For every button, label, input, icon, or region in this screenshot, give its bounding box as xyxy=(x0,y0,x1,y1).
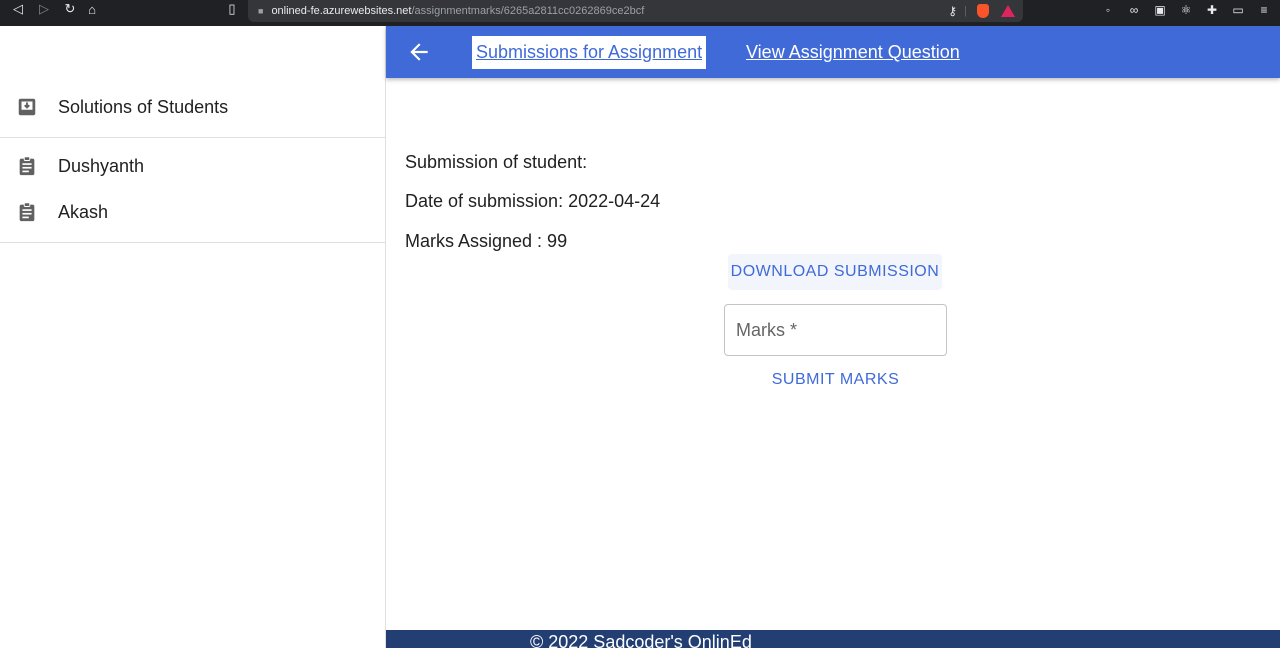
sidebar-item-label: Akash xyxy=(58,201,109,222)
submit-marks-button[interactable]: SUBMIT MARKS xyxy=(724,362,947,398)
bookmark-icon[interactable]: ▯ xyxy=(224,0,240,18)
arrow-back-icon[interactable] xyxy=(406,39,432,65)
download-box-icon xyxy=(18,98,36,116)
extension-icon[interactable]: ∞ xyxy=(1126,3,1142,17)
puzzle-icon[interactable]: ✚ xyxy=(1204,3,1220,17)
app-bar: Submissions for Assignment View Assignme… xyxy=(386,26,1280,78)
sidebar-item-student-akash[interactable]: Akash xyxy=(0,189,385,235)
submission-date: Date of submission: 2022-04-24 xyxy=(405,191,661,211)
extension-icon[interactable]: ▣ xyxy=(1152,3,1168,17)
marks-field xyxy=(724,304,947,356)
extensions-area: ◦ ∞ ▣ ⚛ ✚ ▭ ≡ xyxy=(1100,2,1272,18)
sidebar-item-label: Dushyanth xyxy=(58,155,145,176)
divider xyxy=(0,137,385,138)
clipboard-icon xyxy=(19,156,35,176)
home-icon[interactable]: ⌂ xyxy=(84,2,100,17)
url-path: /assignmentmarks/6265a2811cc0262869ce2bc… xyxy=(411,5,645,17)
sidebar-item-student-dushyanth[interactable]: Dushyanth xyxy=(0,143,385,189)
sidebar-item-solutions[interactable]: Solutions of Students xyxy=(0,84,385,130)
separator: | xyxy=(964,5,967,17)
tab-view-assignment-question[interactable]: View Assignment Question xyxy=(746,36,960,69)
wallet-icon[interactable]: ▭ xyxy=(1230,3,1246,17)
react-devtools-icon[interactable]: ⚛ xyxy=(1178,3,1194,17)
tab-submissions-for-assignment[interactable]: Submissions for Assignment xyxy=(472,36,707,69)
reload-icon[interactable]: ↻ xyxy=(62,1,78,17)
divider xyxy=(0,242,385,243)
sidebar: Solutions of Students Dushyanth Akash xyxy=(0,26,386,648)
footer: © 2022 Sadcoder's OnlinEd xyxy=(386,630,1280,648)
brave-rewards-icon[interactable] xyxy=(1001,5,1015,17)
download-submission-button[interactable]: DOWNLOAD SUBMISSION xyxy=(728,254,942,290)
menu-icon[interactable]: ≡ xyxy=(1256,3,1272,17)
footer-copyright: © 2022 Sadcoder's OnlinEd xyxy=(530,632,752,648)
lock-icon: ■ xyxy=(258,6,264,16)
forward-icon[interactable]: ▷ xyxy=(36,1,52,17)
key-icon[interactable]: ⚷ xyxy=(948,4,957,18)
address-bar[interactable]: ■ onlined-fe.azurewebsites.net/assignmen… xyxy=(248,0,1023,22)
sidebar-item-label: Solutions of Students xyxy=(58,96,229,117)
clipboard-icon xyxy=(19,202,35,222)
extension-icon[interactable]: ◦ xyxy=(1100,3,1116,17)
marks-assigned: Marks Assigned : 99 xyxy=(405,231,568,251)
submission-student: Submission of student: xyxy=(405,152,588,172)
marks-input[interactable] xyxy=(725,305,946,355)
brave-shield-icon[interactable] xyxy=(977,4,989,18)
url-host: onlined-fe.azurewebsites.net xyxy=(271,5,412,17)
browser-nav: ◁ ▷ ↻ ⌂ xyxy=(10,0,100,18)
browser-toolbar: ◁ ▷ ↻ ⌂ ▯ ■ onlined-fe.azurewebsites.net… xyxy=(0,0,1280,26)
back-icon[interactable]: ◁ xyxy=(10,1,26,17)
